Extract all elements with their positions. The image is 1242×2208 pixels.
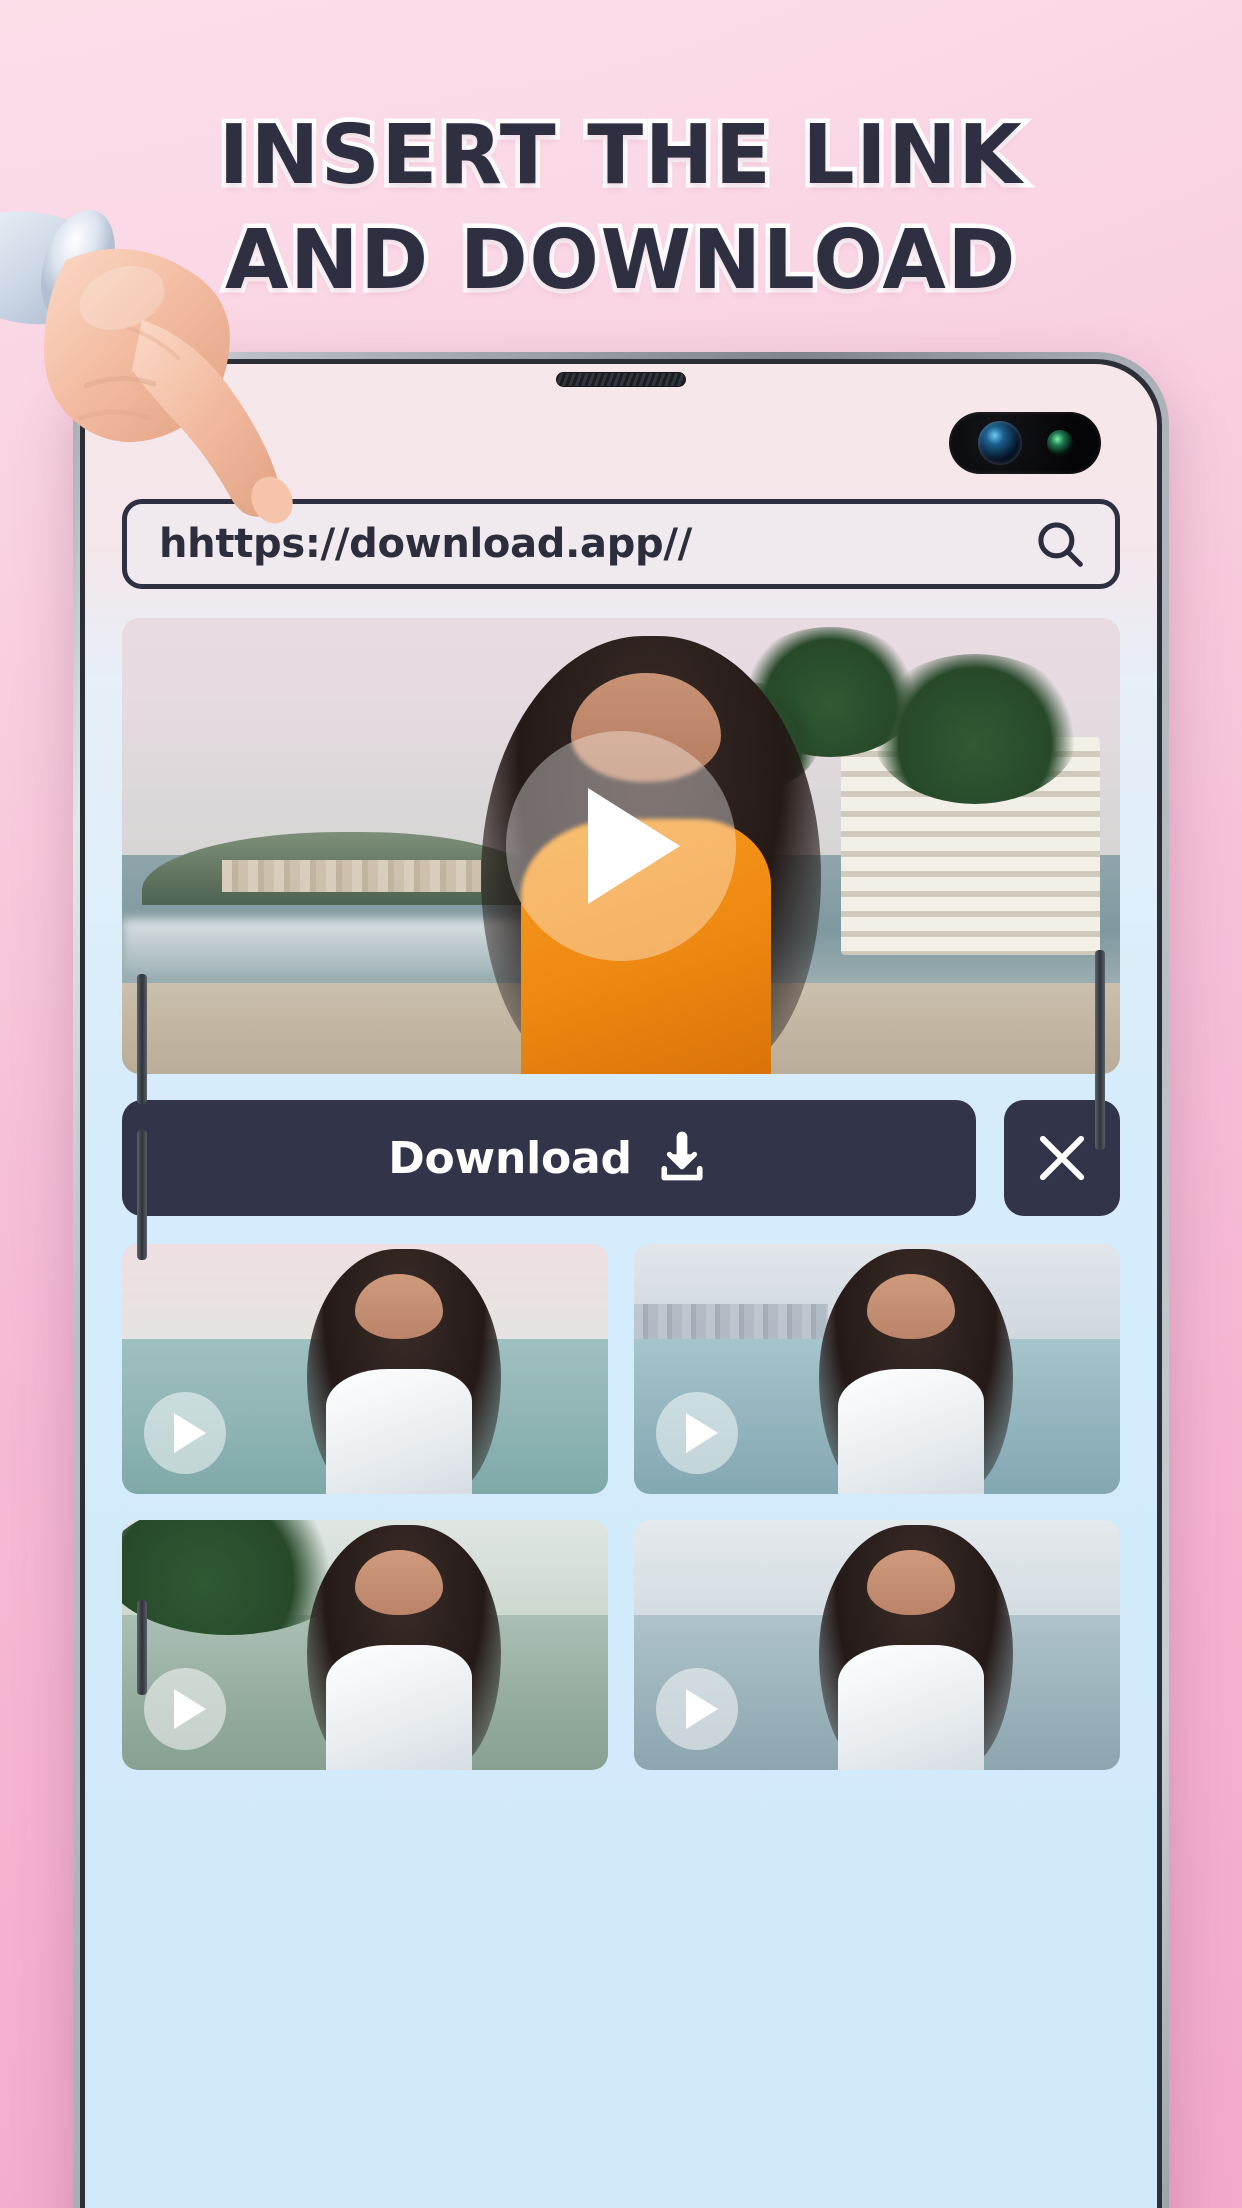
volume-up-button[interactable] — [137, 974, 147, 1104]
phone-bezel: hhttps://download.app// Download — [80, 359, 1162, 2208]
play-icon[interactable] — [656, 1392, 738, 1474]
thumb-subject-top — [838, 1369, 984, 1494]
front-camera-icon — [949, 412, 1101, 474]
thumbnail-item-2[interactable] — [634, 1244, 1120, 1494]
thumb-subject-face — [867, 1274, 955, 1339]
thumb-subject-face — [355, 1550, 443, 1615]
play-icon[interactable] — [144, 1392, 226, 1474]
thumbnail-item-3[interactable] — [122, 1520, 608, 1770]
camera-lens-main-icon — [977, 421, 1022, 465]
headline-line-2: AND DOWNLOAD — [221, 208, 1020, 312]
play-triangle-icon — [588, 788, 680, 904]
thumb-subject-face — [867, 1550, 955, 1615]
phone-mockup: hhttps://download.app// Download — [73, 352, 1169, 2208]
power-button[interactable] — [1095, 950, 1105, 1150]
download-tray-icon — [661, 1131, 703, 1181]
download-button-label: Download — [388, 1132, 632, 1184]
play-triangle-icon — [686, 1413, 718, 1453]
assistant-button[interactable] — [137, 1600, 147, 1695]
close-x-icon — [1039, 1135, 1085, 1181]
play-icon[interactable] — [506, 731, 736, 961]
video-thumbnail-grid — [122, 1244, 1120, 1770]
thumb-subject-top — [838, 1645, 984, 1770]
headline-line-1: INSERT THE LINK — [214, 104, 1026, 208]
play-icon[interactable] — [144, 1668, 226, 1750]
thumb-subject-face — [355, 1274, 443, 1339]
thumbnail-item-1[interactable] — [122, 1244, 608, 1494]
action-row: Download — [122, 1100, 1120, 1216]
play-triangle-icon — [686, 1689, 718, 1729]
thumb-subject-top — [326, 1645, 472, 1770]
download-button[interactable]: Download — [122, 1100, 976, 1216]
page-title: INSERT THE LINK AND DOWNLOAD — [0, 104, 1242, 314]
url-search-bar[interactable]: hhttps://download.app// — [122, 499, 1120, 589]
thumbnail-item-4[interactable] — [634, 1520, 1120, 1770]
phone-screen: hhttps://download.app// Download — [85, 364, 1157, 2208]
video-town — [221, 859, 482, 892]
search-input[interactable]: hhttps://download.app// — [159, 521, 1031, 567]
play-triangle-icon — [174, 1689, 206, 1729]
video-player-preview[interactable] — [122, 618, 1120, 1074]
camera-lens-small-icon — [1046, 430, 1073, 456]
play-triangle-icon — [174, 1413, 206, 1453]
search-icon[interactable] — [1031, 515, 1089, 573]
thumb-subject-top — [326, 1369, 472, 1494]
play-icon[interactable] — [656, 1668, 738, 1750]
earpiece-speaker-icon — [556, 372, 686, 387]
volume-down-button[interactable] — [137, 1130, 147, 1260]
